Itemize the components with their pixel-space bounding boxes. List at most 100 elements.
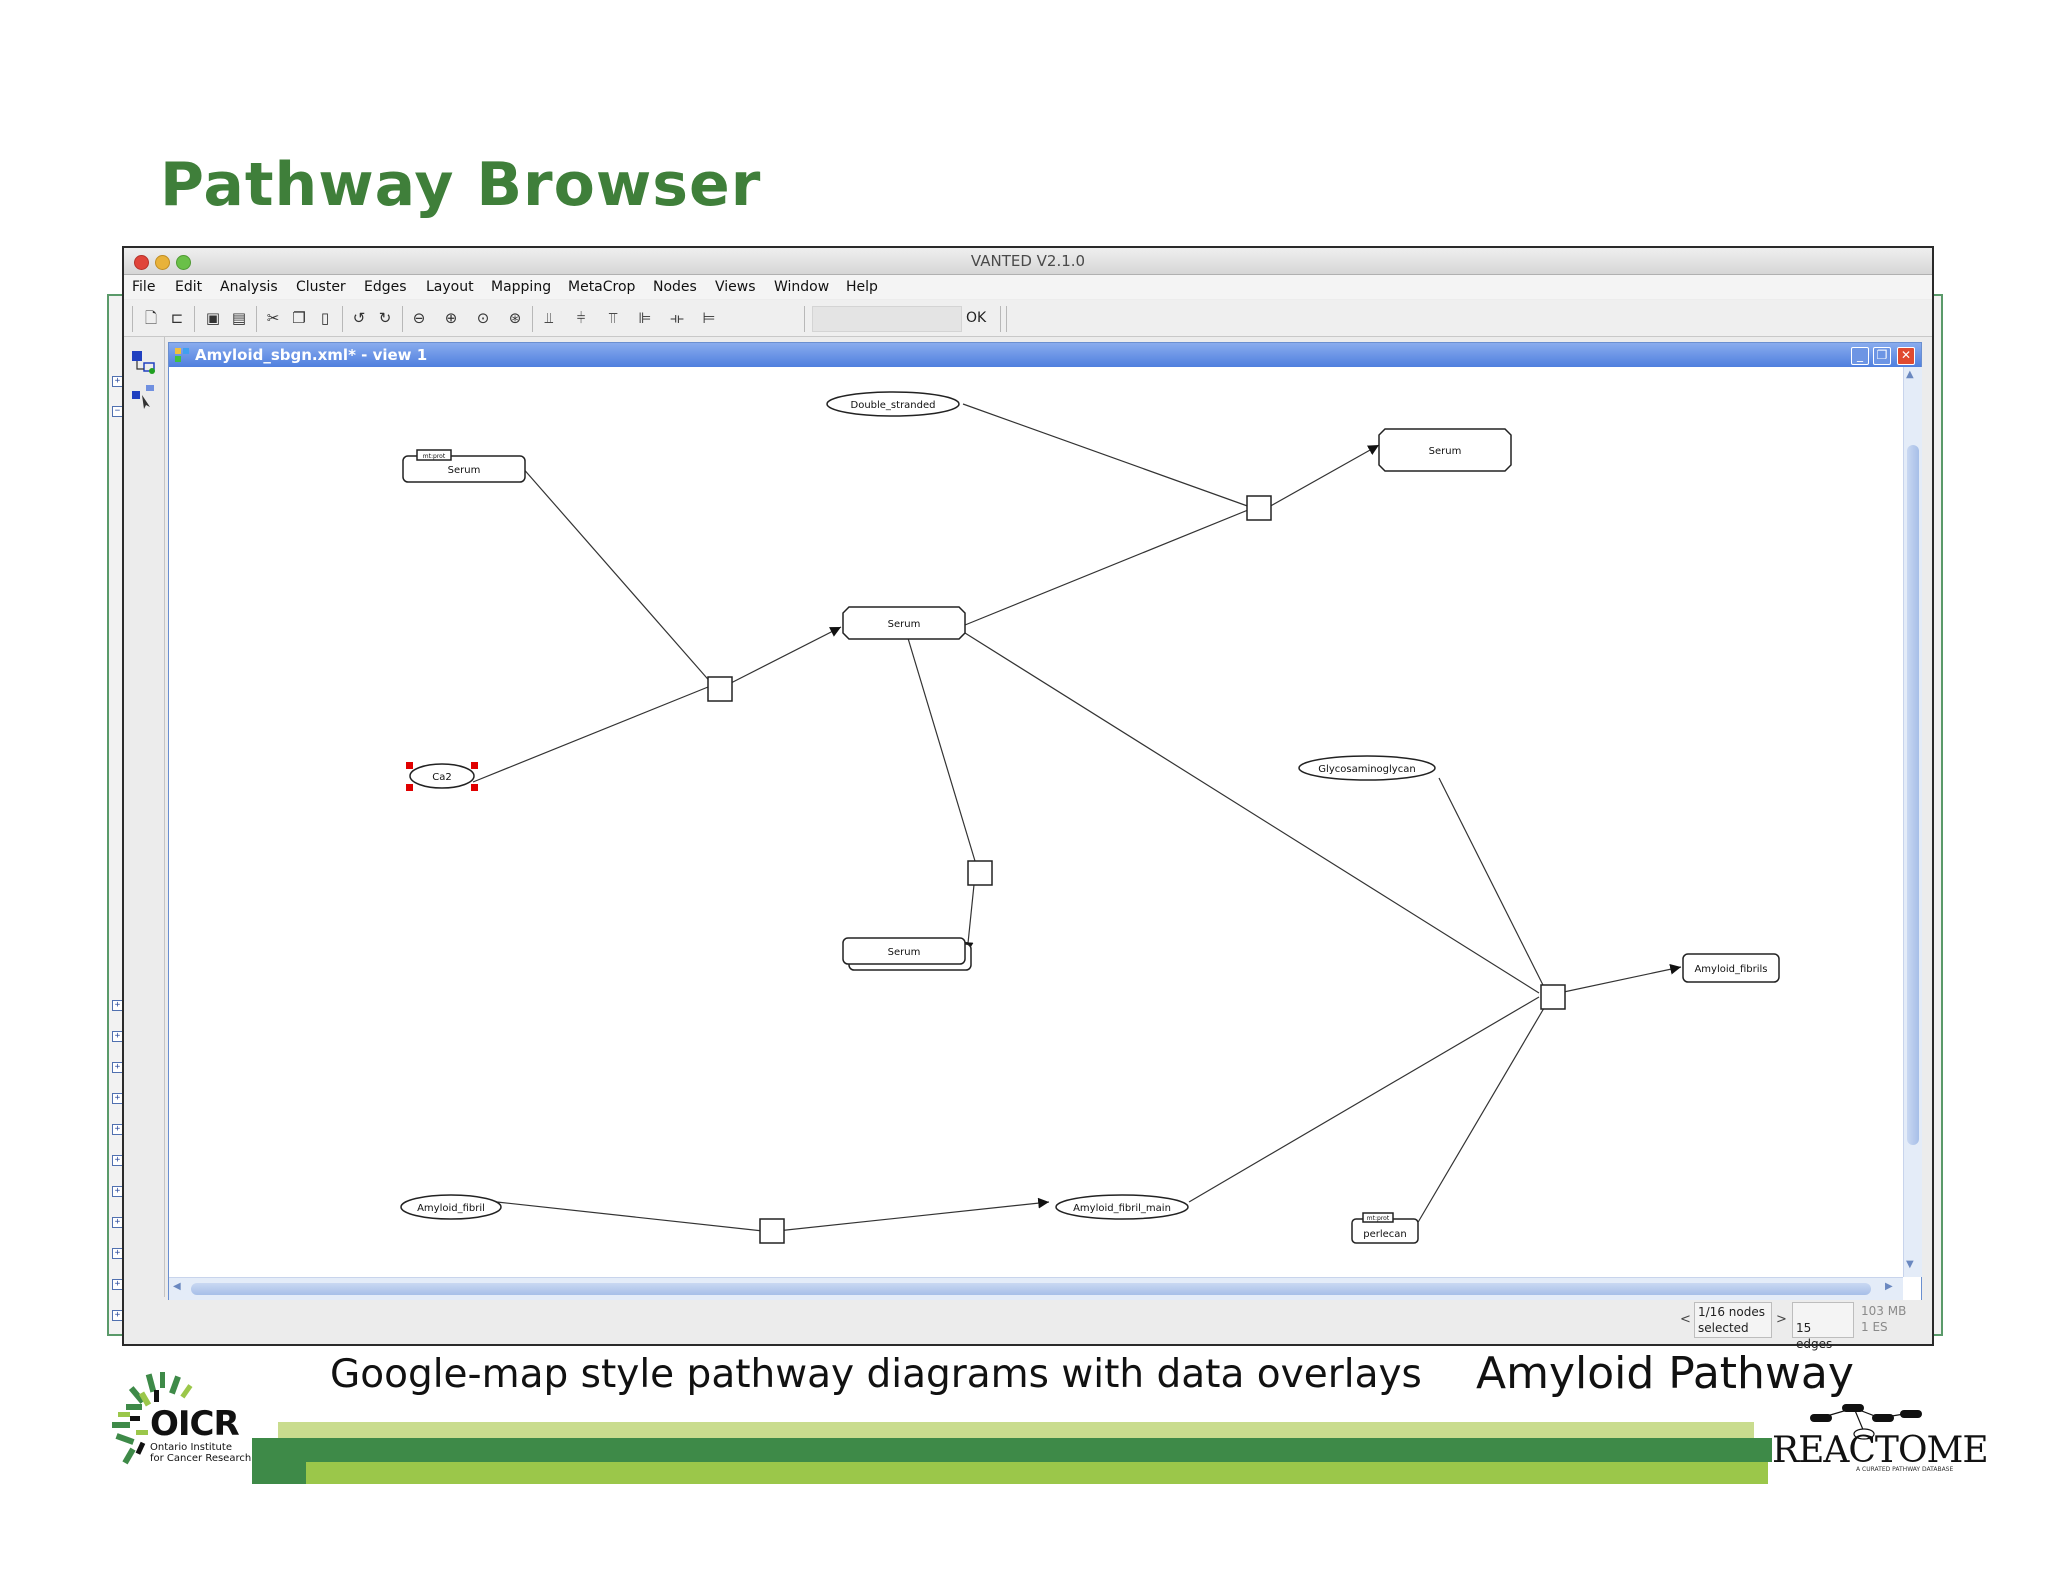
background-tree-strip xyxy=(109,340,123,1330)
slide-caption: Google-map style pathway diagrams with d… xyxy=(330,1352,1422,1397)
pathway-graph-canvas[interactable]: Double_stranded Serum Serum mt:prot Seru… xyxy=(169,367,1903,1277)
copy-icon[interactable]: ❐ xyxy=(290,309,308,327)
menu-help[interactable]: Help xyxy=(846,275,878,299)
scroll-right-icon[interactable]: ▶ xyxy=(1885,1281,1893,1292)
toolbar: 🗋 ⊏ ▣ ▤ ✂ ❐ ▯ ↺ ↻ ⊖ ⊕ ⊙ ⊛ ⫫ ⫩ ⫪ ⊫ ⟛ ⊨ OK xyxy=(124,300,1932,337)
view-close-icon[interactable]: ✕ xyxy=(1897,347,1915,365)
node-label: Amyloid_fibril xyxy=(417,1203,485,1214)
window-titlebar[interactable]: VANTED V2.1.0 xyxy=(124,248,1932,275)
edge xyxy=(962,403,1254,509)
node-label: Serum xyxy=(448,465,481,476)
reactome-subtitle: A CURATED PATHWAY DATABASE xyxy=(1856,1466,1954,1473)
zoom-in-icon[interactable]: ⊕ xyxy=(442,309,460,327)
edge xyxy=(962,874,976,954)
save-icon[interactable]: ▣ xyxy=(204,309,222,327)
oicr-subtitle: Ontario Institute for Cancer Research xyxy=(150,1442,251,1464)
horizontal-scrollbar[interactable]: ◀ ▶ xyxy=(169,1277,1903,1300)
oicr-wordmark: OICR xyxy=(150,1404,240,1444)
process-node xyxy=(1540,984,1566,1010)
memory-status: 103 MB 1 ES xyxy=(1858,1302,1922,1338)
edges-status: 15 edges xyxy=(1792,1302,1854,1351)
align-middle-icon[interactable]: ⟛ xyxy=(668,309,686,327)
menu-views[interactable]: Views xyxy=(715,275,756,299)
pathway-label: Amyloid Pathway xyxy=(1476,1348,1854,1399)
process-node xyxy=(707,676,733,702)
node-label: perlecan xyxy=(1363,1229,1407,1240)
scroll-left-icon[interactable]: ◀ xyxy=(173,1281,181,1292)
cut-icon[interactable]: ✂ xyxy=(264,309,282,327)
slide-title: Pathway Browser xyxy=(160,150,762,220)
align-center-icon[interactable]: ⫩ xyxy=(572,309,590,327)
graph-view-frame: Amyloid_sbgn.xml* - view 1 _ ❐ ✕ Double_… xyxy=(168,342,1922,1302)
status-next-icon[interactable]: > xyxy=(1776,1312,1787,1327)
node-label: Glycosaminoglycan xyxy=(1318,764,1415,775)
zoom-reset-icon[interactable]: ⊛ xyxy=(506,309,524,327)
footer-band xyxy=(278,1422,1754,1438)
horizontal-scroll-thumb[interactable] xyxy=(191,1283,1871,1295)
paste-icon[interactable]: ▯ xyxy=(316,309,334,327)
node-label: Serum xyxy=(888,947,921,958)
edge xyxy=(906,634,976,862)
menu-edges[interactable]: Edges xyxy=(364,275,407,299)
vanted-window: VANTED V2.1.0 File Edit Analysis Cluster… xyxy=(122,246,1934,1351)
menu-mapping[interactable]: Mapping xyxy=(491,275,551,299)
node-label: Amyloid_fibril_main xyxy=(1073,1203,1171,1214)
scroll-up-icon[interactable]: ▲ xyxy=(1906,369,1914,380)
edge xyxy=(1438,777,1548,994)
edge xyxy=(1266,444,1380,509)
align-bottom-icon[interactable]: ⫫ xyxy=(540,309,558,327)
node-label: Serum xyxy=(888,619,921,630)
edge xyxy=(472,684,714,783)
menu-file[interactable]: File xyxy=(132,275,155,299)
menu-edit[interactable]: Edit xyxy=(175,275,202,299)
edge xyxy=(496,1201,764,1232)
footer-band xyxy=(306,1462,1768,1484)
left-tool-panel xyxy=(124,337,165,1297)
view-restore-icon[interactable]: ❐ xyxy=(1873,347,1891,365)
view-title: Amyloid_sbgn.xml* - view 1 xyxy=(195,346,428,364)
menu-analysis[interactable]: Analysis xyxy=(220,275,278,299)
selection-handle xyxy=(471,762,478,769)
zoom-out-icon[interactable]: ⊖ xyxy=(410,309,428,327)
zoom-fit-icon[interactable]: ⊙ xyxy=(474,309,492,327)
view-window-icon xyxy=(175,348,189,362)
menu-layout[interactable]: Layout xyxy=(426,275,474,299)
edge xyxy=(1558,963,1682,994)
align-left-icon[interactable]: ⊫ xyxy=(636,309,654,327)
status-prev-icon[interactable]: < xyxy=(1680,1312,1691,1327)
reactome-wordmark: REACTOME xyxy=(1772,1430,1989,1471)
memory-text: 103 MB xyxy=(1861,1304,1907,1318)
node-label: Amyloid_fibrils xyxy=(1694,964,1767,975)
toolbar-search-input[interactable] xyxy=(812,306,962,332)
node-tag-label: mt:prot xyxy=(1367,1215,1390,1222)
node-tag-label: mt:prot xyxy=(423,453,446,460)
menu-metacrop[interactable]: MetaCrop xyxy=(568,275,635,299)
align-right-icon[interactable]: ⊨ xyxy=(700,309,718,327)
scroll-down-icon[interactable]: ▼ xyxy=(1906,1259,1914,1270)
edge xyxy=(726,626,842,686)
menu-bar: File Edit Analysis Cluster Edges Layout … xyxy=(124,275,1932,299)
ok-button[interactable]: OK xyxy=(966,306,986,330)
menu-cluster[interactable]: Cluster xyxy=(296,275,346,299)
selection-handle xyxy=(406,784,413,791)
nodes-status: 1/16 nodes selected xyxy=(1694,1302,1772,1338)
view-titlebar[interactable]: Amyloid_sbgn.xml* - view 1 _ ❐ ✕ xyxy=(169,343,1921,367)
undo-icon[interactable]: ↺ xyxy=(350,309,368,327)
vertical-scroll-thumb[interactable] xyxy=(1907,445,1919,1145)
select-tool-icon[interactable] xyxy=(130,383,158,411)
new-file-icon[interactable]: 🗋 xyxy=(142,309,160,327)
status-bar: < 1/16 nodes selected > 15 edges 103 MB … xyxy=(124,1300,1932,1351)
redo-icon[interactable]: ↻ xyxy=(376,309,394,327)
align-top-icon[interactable]: ⫪ xyxy=(604,309,622,327)
menu-window[interactable]: Window xyxy=(774,275,829,299)
edit-tool-icon[interactable] xyxy=(130,349,158,377)
edge xyxy=(1416,1002,1548,1225)
save-all-icon[interactable]: ▤ xyxy=(230,309,248,327)
memory-sub-text: 1 ES xyxy=(1861,1320,1888,1334)
nodes-selected-text: selected xyxy=(1698,1321,1749,1335)
vertical-scrollbar[interactable]: ▲ ▼ xyxy=(1903,367,1922,1277)
menu-nodes[interactable]: Nodes xyxy=(653,275,697,299)
open-file-icon[interactable]: ⊏ xyxy=(168,309,186,327)
view-minimize-icon[interactable]: _ xyxy=(1851,347,1869,365)
node-label: Serum xyxy=(1429,446,1462,457)
